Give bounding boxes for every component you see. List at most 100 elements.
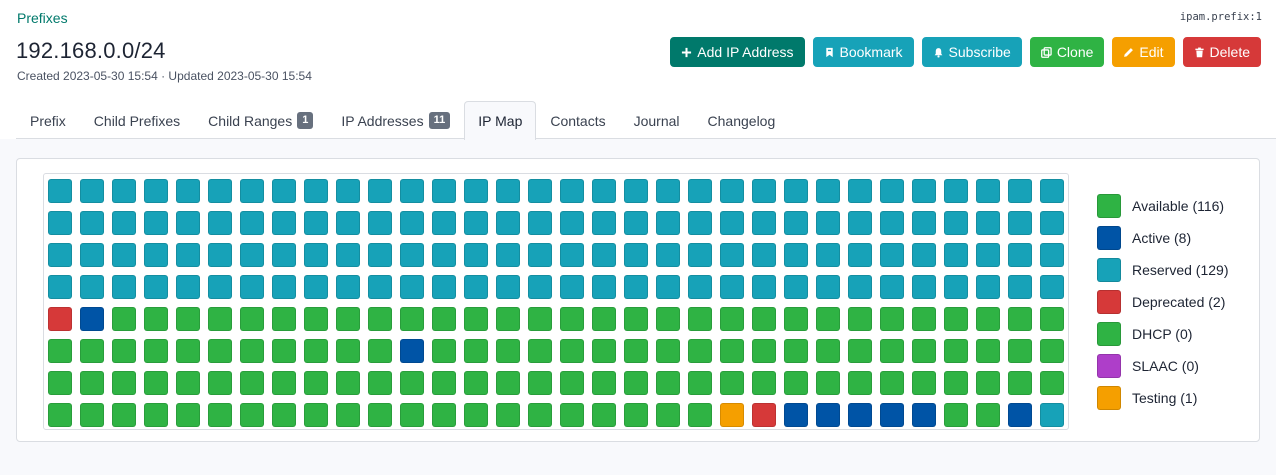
ip-cell-available[interactable] <box>496 307 520 331</box>
ip-cell-available[interactable] <box>688 403 712 427</box>
ip-cell-available[interactable] <box>272 307 296 331</box>
ip-cell-available[interactable] <box>400 371 424 395</box>
ip-cell-available[interactable] <box>912 339 936 363</box>
ip-cell-reserved[interactable] <box>624 211 648 235</box>
ip-cell-available[interactable] <box>1008 371 1032 395</box>
ip-cell-available[interactable] <box>848 371 872 395</box>
edit-button[interactable]: Edit <box>1112 37 1175 67</box>
ip-cell-reserved[interactable] <box>272 275 296 299</box>
ip-cell-available[interactable] <box>112 371 136 395</box>
ip-cell-reserved[interactable] <box>432 275 456 299</box>
ip-cell-available[interactable] <box>176 307 200 331</box>
ip-cell-reserved[interactable] <box>880 179 904 203</box>
ip-cell-available[interactable] <box>880 307 904 331</box>
ip-cell-active[interactable] <box>1008 403 1032 427</box>
ip-cell-available[interactable] <box>272 339 296 363</box>
ip-cell-reserved[interactable] <box>784 275 808 299</box>
ip-cell-reserved[interactable] <box>176 211 200 235</box>
ip-cell-reserved[interactable] <box>272 243 296 267</box>
ip-cell-reserved[interactable] <box>720 211 744 235</box>
ip-cell-reserved[interactable] <box>464 211 488 235</box>
ip-cell-reserved[interactable] <box>336 179 360 203</box>
ip-cell-deprecated[interactable] <box>752 403 776 427</box>
ip-cell-available[interactable] <box>240 403 264 427</box>
ip-cell-available[interactable] <box>208 371 232 395</box>
ip-cell-reserved[interactable] <box>400 211 424 235</box>
tab-ip-map[interactable]: IP Map <box>464 101 537 140</box>
ip-cell-reserved[interactable] <box>336 275 360 299</box>
ip-cell-available[interactable] <box>496 339 520 363</box>
clone-button[interactable]: Clone <box>1029 37 1105 67</box>
ip-cell-reserved[interactable] <box>48 211 72 235</box>
ip-cell-available[interactable] <box>944 307 968 331</box>
ip-cell-reserved[interactable] <box>80 275 104 299</box>
ip-cell-available[interactable] <box>112 403 136 427</box>
ip-cell-reserved[interactable] <box>336 243 360 267</box>
ip-cell-reserved[interactable] <box>272 179 296 203</box>
ip-cell-reserved[interactable] <box>144 243 168 267</box>
ip-cell-available[interactable] <box>528 403 552 427</box>
ip-cell-reserved[interactable] <box>688 179 712 203</box>
ip-cell-available[interactable] <box>304 339 328 363</box>
ip-cell-reserved[interactable] <box>912 179 936 203</box>
ip-cell-available[interactable] <box>528 307 552 331</box>
ip-cell-reserved[interactable] <box>496 211 520 235</box>
ip-cell-reserved[interactable] <box>592 275 616 299</box>
ip-cell-reserved[interactable] <box>912 243 936 267</box>
ip-cell-available[interactable] <box>592 339 616 363</box>
ip-cell-reserved[interactable] <box>240 275 264 299</box>
ip-cell-reserved[interactable] <box>48 243 72 267</box>
ip-cell-reserved[interactable] <box>496 179 520 203</box>
ip-cell-available[interactable] <box>368 339 392 363</box>
ip-cell-reserved[interactable] <box>560 211 584 235</box>
ip-cell-reserved[interactable] <box>432 243 456 267</box>
ip-cell-active[interactable] <box>880 403 904 427</box>
ip-cell-available[interactable] <box>336 371 360 395</box>
ip-cell-available[interactable] <box>1008 307 1032 331</box>
ip-cell-available[interactable] <box>976 339 1000 363</box>
ip-cell-reserved[interactable] <box>528 275 552 299</box>
ip-cell-available[interactable] <box>912 371 936 395</box>
ip-cell-available[interactable] <box>848 307 872 331</box>
ip-cell-reserved[interactable] <box>720 275 744 299</box>
ip-cell-reserved[interactable] <box>752 243 776 267</box>
ip-cell-reserved[interactable] <box>944 179 968 203</box>
ip-cell-reserved[interactable] <box>1040 275 1064 299</box>
ip-cell-available[interactable] <box>176 403 200 427</box>
ip-cell-available[interactable] <box>144 371 168 395</box>
ip-cell-reserved[interactable] <box>112 211 136 235</box>
ip-cell-reserved[interactable] <box>656 211 680 235</box>
ip-cell-reserved[interactable] <box>368 211 392 235</box>
ip-cell-reserved[interactable] <box>464 275 488 299</box>
ip-cell-reserved[interactable] <box>144 211 168 235</box>
ip-cell-reserved[interactable] <box>848 179 872 203</box>
ip-cell-reserved[interactable] <box>400 179 424 203</box>
ip-cell-reserved[interactable] <box>528 179 552 203</box>
ip-cell-available[interactable] <box>816 339 840 363</box>
ip-cell-reserved[interactable] <box>176 179 200 203</box>
ip-cell-reserved[interactable] <box>240 179 264 203</box>
ip-cell-reserved[interactable] <box>368 243 392 267</box>
ip-cell-available[interactable] <box>592 403 616 427</box>
ip-cell-reserved[interactable] <box>432 211 456 235</box>
tab-contacts[interactable]: Contacts <box>536 101 619 139</box>
ip-cell-reserved[interactable] <box>688 243 712 267</box>
ip-cell-available[interactable] <box>464 403 488 427</box>
ip-cell-available[interactable] <box>1040 371 1064 395</box>
ip-cell-reserved[interactable] <box>976 179 1000 203</box>
ip-cell-testing[interactable] <box>720 403 744 427</box>
ip-cell-reserved[interactable] <box>528 211 552 235</box>
ip-cell-reserved[interactable] <box>112 179 136 203</box>
ip-cell-reserved[interactable] <box>848 211 872 235</box>
ip-cell-reserved[interactable] <box>848 243 872 267</box>
ip-cell-available[interactable] <box>208 339 232 363</box>
ip-cell-reserved[interactable] <box>208 179 232 203</box>
ip-cell-reserved[interactable] <box>80 243 104 267</box>
ip-cell-reserved[interactable] <box>144 179 168 203</box>
ip-cell-reserved[interactable] <box>624 179 648 203</box>
ip-cell-available[interactable] <box>560 371 584 395</box>
ip-cell-reserved[interactable] <box>720 179 744 203</box>
ip-cell-reserved[interactable] <box>1040 403 1064 427</box>
ip-cell-available[interactable] <box>464 339 488 363</box>
ip-cell-available[interactable] <box>368 371 392 395</box>
